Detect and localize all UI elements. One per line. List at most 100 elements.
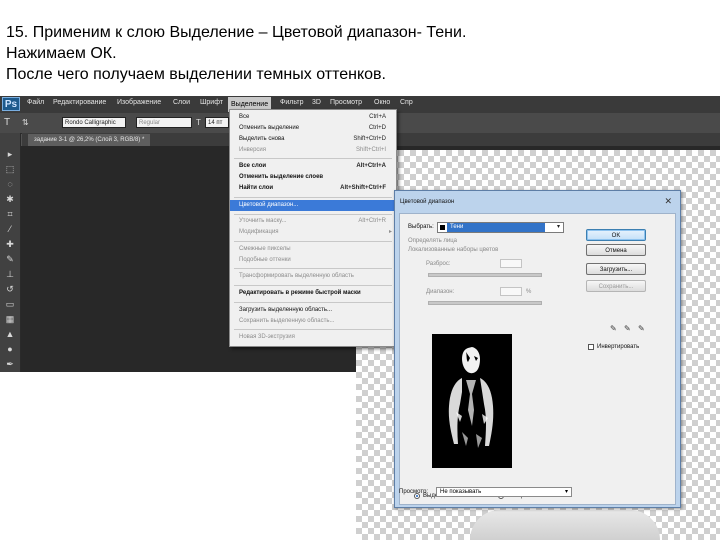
font-family-field[interactable]: Rondo Calligraphic xyxy=(62,117,126,128)
menu-view[interactable]: Просмотр xyxy=(330,99,362,106)
menu-separator xyxy=(234,214,392,215)
range-slider[interactable] xyxy=(428,301,542,305)
marquee-tool-icon[interactable]: ⬚ xyxy=(4,163,16,175)
menu-item-refine-mask[interactable]: Уточнить маску... Alt+Ctrl+R xyxy=(230,216,396,227)
eyedropper-icon[interactable]: ✎ xyxy=(610,324,617,333)
orientation-icon[interactable]: ⇅ xyxy=(22,117,29,128)
menu-separator xyxy=(234,197,392,198)
blur-tool-icon[interactable]: ▲ xyxy=(4,328,16,340)
load-button[interactable]: Загрузить... xyxy=(586,263,646,275)
shadows-swatch-icon xyxy=(440,225,445,230)
eyedropper-tool-icon[interactable]: ⁄ xyxy=(4,223,16,235)
text-tool-icon[interactable]: T xyxy=(4,117,10,128)
crop-tool-icon[interactable]: ⌗ xyxy=(4,208,16,220)
eyedropper-minus-icon[interactable]: ✎ xyxy=(638,324,645,333)
range-label: Диапазон: xyxy=(426,289,455,295)
menu-separator xyxy=(234,302,392,303)
menu-item-reselect[interactable]: Выделить снова Shift+Ctrl+D xyxy=(230,134,396,145)
ok-button[interactable]: OK xyxy=(586,229,646,241)
menu-item-all[interactable]: Все Ctrl+A xyxy=(230,112,396,123)
menu-item-find-layers[interactable]: Найти слои Alt+Shift+Ctrl+F xyxy=(230,183,396,194)
eyedropper-plus-icon[interactable]: ✎ xyxy=(624,324,631,333)
dialog-title: Цветовой диапазон xyxy=(400,199,455,205)
caption: 15. Применим к слою Выделение – Цветовой… xyxy=(6,22,706,85)
menu-item-color-range[interactable]: Цветовой диапазон... xyxy=(230,200,396,211)
submenu-arrow-icon: ▸ xyxy=(388,229,392,235)
menu-help[interactable]: Спр xyxy=(400,99,413,106)
menu-item-modify[interactable]: Модификация ▸ xyxy=(230,227,396,238)
menu-separator xyxy=(234,241,392,242)
menu-item-grow[interactable]: Смежные пикселы xyxy=(230,244,396,255)
preview-dropdown[interactable]: Не показывать ▾ xyxy=(436,487,572,497)
document-tab[interactable]: задание 3-1 @ 26,2% (Слой 3, RGB/8) * xyxy=(28,134,151,146)
select-menu-dropdown: Все Ctrl+A Отменить выделение Ctrl+D Выдел… xyxy=(229,109,397,347)
color-range-dialog: Цветовой диапазон ✕ Выбрать: Тени ▾ Опре… xyxy=(394,190,681,508)
select-value: Тени xyxy=(447,223,545,232)
select-label: Выбрать: xyxy=(408,224,434,230)
selection-preview xyxy=(432,334,512,468)
menu-item-all-layers[interactable]: Все слои Alt+Ctrl+A xyxy=(230,161,396,172)
preview-value: Не показывать xyxy=(440,489,482,495)
healing-tool-icon[interactable]: ✚ xyxy=(4,238,16,250)
menu-type[interactable]: Шрифт xyxy=(200,99,223,106)
menu-separator xyxy=(234,285,392,286)
pen-tool-icon[interactable]: ✒ xyxy=(4,358,16,370)
range-unit: % xyxy=(526,289,532,295)
lasso-tool-icon[interactable]: ◌ xyxy=(4,178,16,190)
menu-filter[interactable]: Фильтр xyxy=(280,99,304,106)
menu-item-deselect-layers[interactable]: Отменить выделение слоев xyxy=(230,172,396,183)
fuzziness-slider[interactable] xyxy=(428,273,542,277)
photoshop-logo: Ps xyxy=(2,97,20,111)
invert-label: Инвертировать xyxy=(597,344,640,350)
invert-checkbox[interactable] xyxy=(588,344,594,350)
save-button[interactable]: Сохранить... xyxy=(586,280,646,292)
chevron-down-icon: ▾ xyxy=(556,224,560,230)
caption-line-2: Нажимаем ОК. xyxy=(6,45,117,62)
stamp-tool-icon[interactable]: ⊥ xyxy=(4,268,16,280)
menu-item-inverse[interactable]: Инверсия Shift+Ctrl+I xyxy=(230,145,396,156)
dialog-body: Выбрать: Тени ▾ Определять лица Локализо… xyxy=(399,213,676,505)
chevron-down-icon: ▾ xyxy=(564,489,568,495)
gradient-tool-icon[interactable]: ▦ xyxy=(4,313,16,325)
menu-file[interactable]: Файл xyxy=(27,99,44,106)
font-size-icon: T xyxy=(196,118,201,127)
menu-item-transform-selection[interactable]: Трансформировать выделенную область xyxy=(230,271,396,282)
range-field[interactable] xyxy=(500,287,522,296)
menu-window[interactable]: Окно xyxy=(374,99,390,106)
menu-item-load-selection[interactable]: Загрузить выделенную область... xyxy=(230,305,396,316)
menu-separator xyxy=(234,158,392,159)
fuzziness-label: Разброс: xyxy=(426,261,451,267)
preview-label: Просмотр: xyxy=(399,489,429,495)
caption-line-1: 15. Применим к слою Выделение – Цветовой… xyxy=(6,24,467,41)
move-tool-icon[interactable]: ▸ xyxy=(4,148,16,160)
menu-item-deselect[interactable]: Отменить выделение Ctrl+D xyxy=(230,123,396,134)
photo-figure xyxy=(470,510,660,540)
cancel-button[interactable]: Отмена xyxy=(586,244,646,256)
eraser-tool-icon[interactable]: ▭ xyxy=(4,298,16,310)
menu-item-similar[interactable]: Подобные оттенки xyxy=(230,255,396,266)
fuzziness-field[interactable] xyxy=(500,259,522,268)
menu-separator xyxy=(234,329,392,330)
document-tab-label: задание 3-1 @ 26,2% (Слой 3, RGB/8) * xyxy=(34,137,145,143)
magic-wand-tool-icon[interactable]: ✱ xyxy=(4,193,16,205)
menu-layers[interactable]: Слои xyxy=(173,99,190,106)
dodge-tool-icon[interactable]: ● xyxy=(4,343,16,355)
tools-panel: ▸ ⬚ ◌ ✱ ⌗ ⁄ ✚ ✎ ⊥ ↺ ▭ ▦ ▲ ● ✒ xyxy=(0,133,21,372)
menu-3d[interactable]: 3D xyxy=(312,99,321,106)
menu-item-quick-mask[interactable]: Редактировать в режиме быстрой маски xyxy=(230,288,396,299)
select-dropdown[interactable]: Тени ▾ xyxy=(437,222,564,233)
font-size-field[interactable]: 14 пт xyxy=(205,117,229,128)
font-style-field[interactable]: Regular xyxy=(136,117,192,128)
menu-separator xyxy=(234,268,392,269)
caption-line-3: После чего получаем выделении темных отт… xyxy=(6,66,386,83)
person-silhouette-preview xyxy=(448,347,494,448)
menu-image[interactable]: Изображение xyxy=(117,99,161,106)
menu-item-new-3d-extrusion[interactable]: Новая 3D-экструзия xyxy=(230,332,396,343)
detect-faces-label: Определять лица xyxy=(408,238,458,244)
history-brush-tool-icon[interactable]: ↺ xyxy=(4,283,16,295)
menu-item-save-selection[interactable]: Сохранить выделенную область... xyxy=(230,316,396,327)
brush-tool-icon[interactable]: ✎ xyxy=(4,253,16,265)
localized-clusters-label: Локализованные наборы цветов xyxy=(408,247,499,253)
close-icon[interactable]: ✕ xyxy=(664,196,672,207)
menu-edit[interactable]: Редактирование xyxy=(53,99,106,106)
